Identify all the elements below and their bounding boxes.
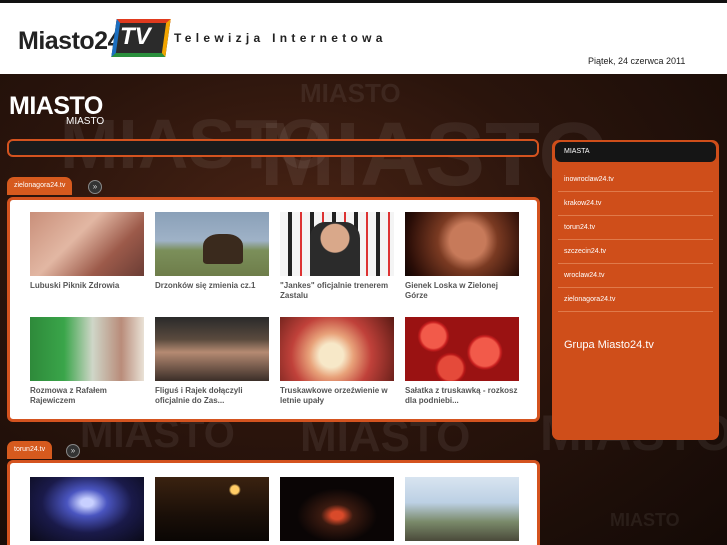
video-thumbnail[interactable] xyxy=(405,317,519,381)
section-tab-torun[interactable]: torun24.tv xyxy=(7,441,53,459)
video-thumbnail[interactable] xyxy=(405,477,519,541)
video-thumbnail[interactable] xyxy=(30,212,144,276)
sidebar-item-krakow[interactable]: krakow24.tv xyxy=(558,192,713,216)
video-item[interactable]: Lubuski Piknik Zdrowia xyxy=(30,212,144,291)
city-list: inowroclaw24.tv krakow24.tv torun24.tv s… xyxy=(552,168,719,312)
video-item[interactable]: "Jankes" oficjalnie trenerem Zastalu xyxy=(280,212,394,301)
sidebar-item-wroclaw[interactable]: wroclaw24.tv xyxy=(558,264,713,288)
site-tagline: Telewizja Internetowa xyxy=(174,31,387,45)
video-item[interactable]: Sałatka z truskawką - rozkosz dla podnie… xyxy=(405,317,519,406)
video-panel-zielonagora: Lubuski Piknik Zdrowia Drzonków się zmie… xyxy=(7,197,540,422)
video-title[interactable]: Gienek Loska w Zielonej Górze xyxy=(405,281,519,301)
video-title[interactable]: Fliguś i Rajek dołączyli oficjalnie do Z… xyxy=(155,386,269,406)
video-title[interactable]: Truskawkowe orzeźwienie w letnie upały xyxy=(280,386,394,406)
video-thumbnail[interactable] xyxy=(405,212,519,276)
video-title[interactable]: Lubuski Piknik Zdrowia xyxy=(30,281,144,291)
sidebar-item-szczecin[interactable]: szczecin24.tv xyxy=(558,240,713,264)
section-tab-zielonagora[interactable]: zielonagora24.tv xyxy=(7,177,73,195)
video-thumbnail[interactable] xyxy=(30,317,144,381)
video-thumbnail[interactable] xyxy=(30,477,144,541)
city-logo-small: MIASTO xyxy=(66,116,105,127)
video-thumbnail[interactable] xyxy=(155,212,269,276)
sidebar-item-zielonagora[interactable]: zielonagora24.tv xyxy=(558,288,713,312)
video-item[interactable]: Drzonków się zmienia cz.1 xyxy=(155,212,269,291)
video-item[interactable] xyxy=(280,477,394,541)
site-header: Miasto24. TV Telewizja Internetowa Piąte… xyxy=(0,3,727,74)
more-arrow-icon[interactable]: » xyxy=(88,180,102,194)
watermark: MIASTO xyxy=(610,510,680,530)
search-bar[interactable] xyxy=(7,139,539,157)
video-item[interactable]: Truskawkowe orzeźwienie w letnie upały xyxy=(280,317,394,406)
video-item[interactable]: Rozmowa z Rafałem Rajewiczem xyxy=(30,317,144,406)
video-thumbnail[interactable] xyxy=(280,477,394,541)
logo-tv-text: TV xyxy=(120,23,151,50)
content-area: MIASTO MIASTO MIASTO MIASTO MIASTO MIAST… xyxy=(0,74,727,545)
video-title[interactable]: "Jankes" oficjalnie trenerem Zastalu xyxy=(280,281,394,301)
video-thumbnail[interactable] xyxy=(155,317,269,381)
video-item[interactable]: Gienek Loska w Zielonej Górze xyxy=(405,212,519,301)
sidebar-item-torun[interactable]: torun24.tv xyxy=(558,216,713,240)
video-thumbnail[interactable] xyxy=(280,212,394,276)
current-date: Piątek, 24 czerwca 2011 xyxy=(588,56,686,66)
video-item[interactable] xyxy=(405,477,519,541)
logo-tv-badge: TV xyxy=(110,17,171,61)
more-arrow-icon[interactable]: » xyxy=(66,444,80,458)
video-item[interactable]: Fliguś i Rajek dołączyli oficjalnie do Z… xyxy=(155,317,269,406)
video-thumbnail[interactable] xyxy=(155,477,269,541)
video-item[interactable] xyxy=(30,477,144,541)
video-thumbnail[interactable] xyxy=(280,317,394,381)
video-item[interactable] xyxy=(155,477,269,541)
sidebar-item-inowroclaw[interactable]: inowroclaw24.tv xyxy=(558,168,713,192)
sidebar-heading: MIASTA xyxy=(555,142,716,162)
video-title[interactable]: Sałatka z truskawką - rozkosz dla podnie… xyxy=(405,386,519,406)
city-logo: MIASTO MIASTO xyxy=(9,92,104,127)
cities-sidebar: MIASTA inowroclaw24.tv krakow24.tv torun… xyxy=(552,140,719,440)
video-title[interactable]: Drzonków się zmienia cz.1 xyxy=(155,281,269,291)
video-panel-torun xyxy=(7,460,540,545)
video-title[interactable]: Rozmowa z Rafałem Rajewiczem xyxy=(30,386,144,406)
group-link[interactable]: Grupa Miasto24.tv xyxy=(564,339,654,351)
